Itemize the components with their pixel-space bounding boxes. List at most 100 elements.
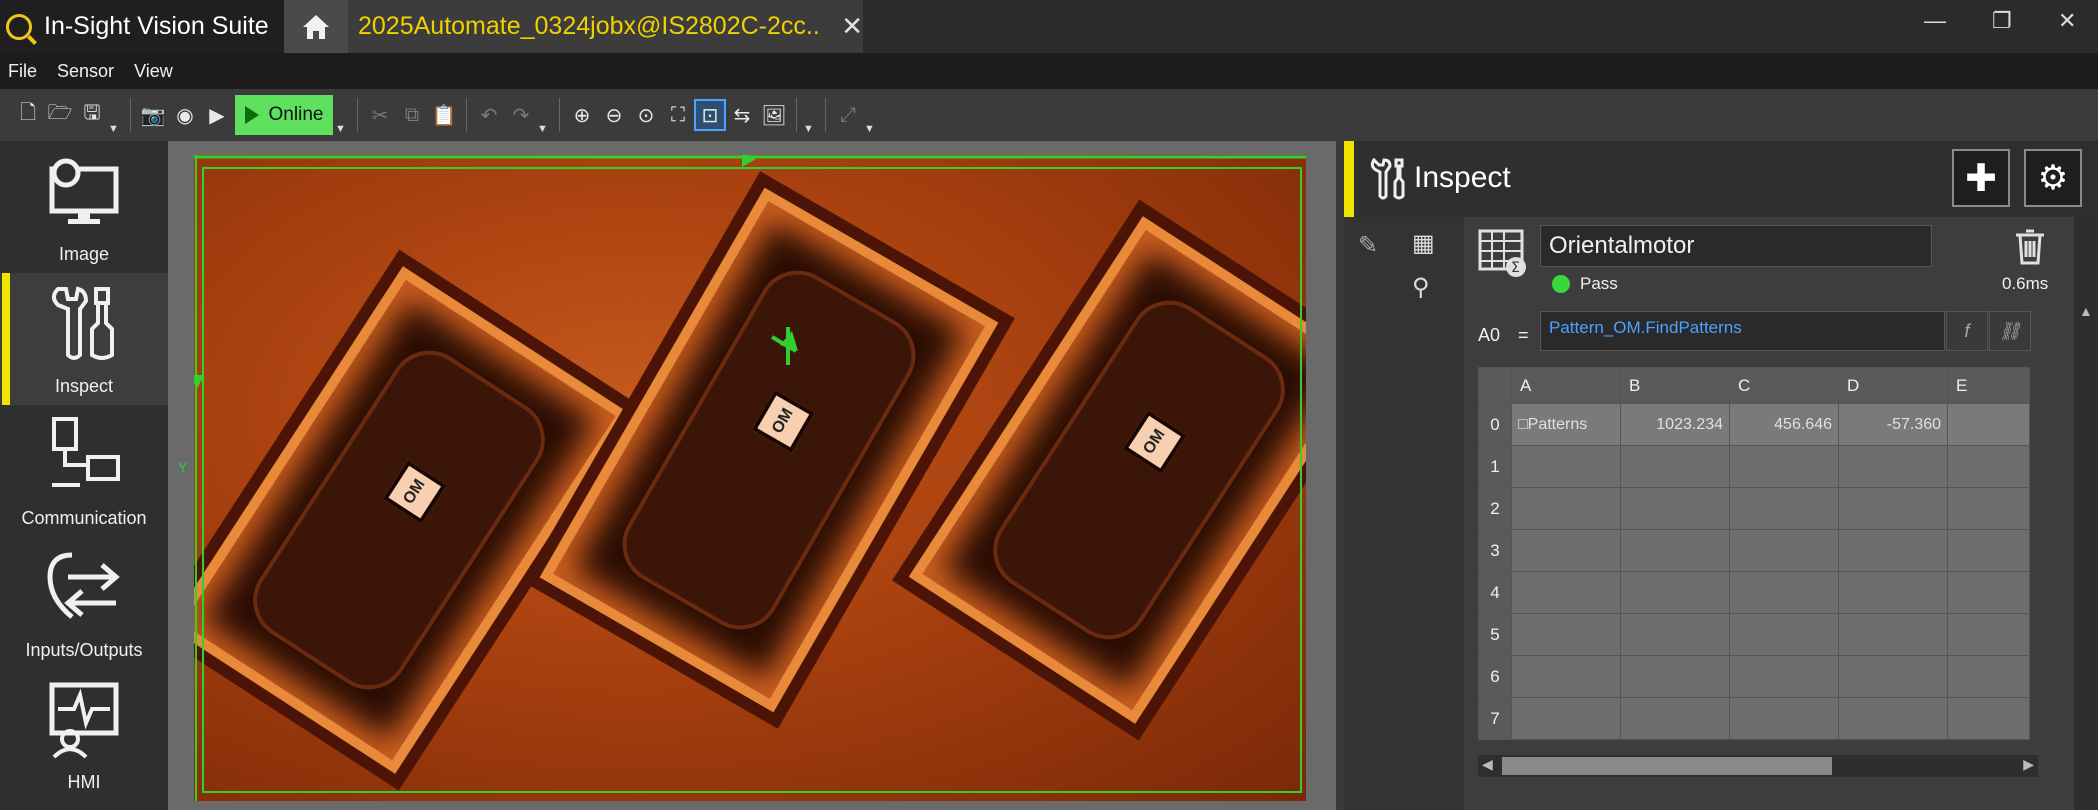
nav-image[interactable]: Image bbox=[0, 141, 168, 273]
row-header[interactable]: 5 bbox=[1478, 613, 1512, 656]
cut-icon[interactable]: ✂ bbox=[364, 99, 396, 131]
cell[interactable] bbox=[1729, 445, 1839, 488]
new-file-icon[interactable]: 🗋 bbox=[12, 99, 44, 131]
cell[interactable] bbox=[1620, 697, 1730, 740]
cell[interactable] bbox=[1511, 529, 1621, 572]
column-header[interactable]: A bbox=[1511, 367, 1621, 404]
app-tab[interactable]: In-Sight Vision Suite bbox=[0, 0, 284, 53]
search-tool-icon[interactable]: ⚲ bbox=[1412, 273, 1430, 302]
add-tool-button[interactable]: ✚ bbox=[1952, 149, 2010, 207]
scroll-left-icon[interactable]: ◀ bbox=[1482, 756, 1493, 773]
cell-angle[interactable]: -57.360 bbox=[1838, 403, 1948, 446]
live-camera-icon[interactable]: ◉ bbox=[169, 99, 201, 131]
row-header[interactable]: 4 bbox=[1478, 571, 1512, 614]
row-header[interactable]: 2 bbox=[1478, 487, 1512, 530]
trash-icon[interactable] bbox=[2014, 229, 2046, 265]
cell[interactable] bbox=[1947, 697, 2030, 740]
cell[interactable] bbox=[1511, 613, 1621, 656]
redo-icon[interactable]: ↷ bbox=[505, 99, 537, 131]
cell[interactable] bbox=[1511, 487, 1621, 530]
column-header[interactable]: B bbox=[1620, 367, 1730, 404]
cell[interactable] bbox=[1620, 655, 1730, 698]
cell[interactable] bbox=[1620, 487, 1730, 530]
nav-inspect[interactable]: Inspect bbox=[0, 273, 168, 405]
cell[interactable] bbox=[1947, 655, 2030, 698]
image-icon[interactable]: 🖼 bbox=[758, 99, 790, 131]
cell[interactable] bbox=[1729, 487, 1839, 530]
cell[interactable] bbox=[1838, 487, 1948, 530]
menu-file[interactable]: File bbox=[8, 61, 37, 82]
cell[interactable] bbox=[1838, 613, 1948, 656]
home-tab[interactable] bbox=[284, 0, 348, 53]
cell[interactable] bbox=[1729, 655, 1839, 698]
zoom-fill-icon[interactable]: ⛶ bbox=[662, 99, 694, 131]
cell[interactable] bbox=[1511, 697, 1621, 740]
cell[interactable] bbox=[1947, 403, 2030, 446]
column-header[interactable]: D bbox=[1838, 367, 1948, 404]
cell[interactable] bbox=[1729, 571, 1839, 614]
cell[interactable] bbox=[1947, 529, 2030, 572]
job-name-field[interactable]: Orientalmotor bbox=[1540, 225, 1932, 267]
column-header[interactable]: E bbox=[1947, 367, 2030, 404]
cell[interactable] bbox=[1729, 613, 1839, 656]
edit-pencil-icon[interactable]: ✎ bbox=[1358, 231, 1378, 260]
formula-bar[interactable]: Pattern_OM.FindPatterns bbox=[1540, 311, 1945, 351]
scroll-up-icon[interactable]: ▲ bbox=[2079, 303, 2093, 319]
cell-y[interactable]: 456.646 bbox=[1729, 403, 1839, 446]
cell-patterns[interactable]: □Patterns bbox=[1511, 403, 1621, 446]
nav-communication[interactable]: Communication bbox=[0, 405, 168, 537]
close-tab-icon[interactable]: ✕ bbox=[841, 11, 863, 42]
nav-inputs-outputs[interactable]: Inputs/Outputs bbox=[0, 537, 168, 669]
trigger-camera-icon[interactable]: 📷 bbox=[137, 99, 169, 131]
scroll-right-icon[interactable]: ▶ bbox=[2023, 756, 2034, 773]
link-icon[interactable]: ⛓ bbox=[1989, 311, 2031, 351]
row-header[interactable]: 0 bbox=[1478, 403, 1512, 446]
cell[interactable] bbox=[1511, 571, 1621, 614]
nav-hmi[interactable]: HMI bbox=[0, 669, 168, 801]
row-header[interactable]: 6 bbox=[1478, 655, 1512, 698]
fullscreen-icon[interactable]: ⤢ bbox=[832, 99, 864, 131]
zoom-out-icon[interactable]: ⊖ bbox=[598, 99, 630, 131]
save-icon[interactable]: 🖫 bbox=[76, 99, 108, 131]
cell[interactable] bbox=[1620, 529, 1730, 572]
zoom-fit-icon[interactable]: ⊙ bbox=[630, 99, 662, 131]
cell[interactable] bbox=[1838, 571, 1948, 614]
close-window-button[interactable]: ✕ bbox=[2058, 8, 2076, 34]
horizontal-scrollbar[interactable]: ◀ ▶ bbox=[1478, 755, 2038, 777]
undo-icon[interactable]: ↶ bbox=[473, 99, 505, 131]
zoom-100-icon[interactable]: ⊡ bbox=[694, 99, 726, 131]
cell[interactable] bbox=[1511, 655, 1621, 698]
settings-button[interactable]: ⚙ bbox=[2024, 149, 2082, 207]
cell[interactable] bbox=[1947, 487, 2030, 530]
vertical-scrollbar[interactable]: ▲ bbox=[2074, 217, 2098, 810]
restore-button[interactable]: ❐ bbox=[1992, 8, 2012, 34]
cell[interactable] bbox=[1729, 529, 1839, 572]
document-tab[interactable]: 2025Automate_0324jobx@IS2802C-2cc... ✕ bbox=[348, 0, 863, 53]
row-header[interactable]: 3 bbox=[1478, 529, 1512, 572]
cell[interactable] bbox=[1620, 445, 1730, 488]
cell[interactable] bbox=[1511, 445, 1621, 488]
cell[interactable] bbox=[1947, 571, 2030, 614]
column-header[interactable]: C bbox=[1729, 367, 1839, 404]
online-button[interactable]: Online bbox=[235, 95, 333, 135]
online-dropdown-icon[interactable]: ▼ bbox=[335, 123, 347, 135]
open-folder-icon[interactable]: 🗁 bbox=[44, 99, 76, 131]
zoom-in-icon[interactable]: ⊕ bbox=[566, 99, 598, 131]
menu-view[interactable]: View bbox=[134, 61, 173, 82]
cell[interactable] bbox=[1620, 571, 1730, 614]
cell[interactable] bbox=[1838, 697, 1948, 740]
fullscreen-dropdown-icon[interactable]: ▼ bbox=[864, 123, 876, 135]
cell[interactable] bbox=[1729, 697, 1839, 740]
cell[interactable] bbox=[1838, 655, 1948, 698]
cell[interactable] bbox=[1620, 613, 1730, 656]
cell[interactable] bbox=[1838, 445, 1948, 488]
row-header[interactable]: 1 bbox=[1478, 445, 1512, 488]
video-icon[interactable]: ▶ bbox=[201, 99, 233, 131]
minimize-button[interactable]: — bbox=[1924, 8, 1946, 34]
cell-x[interactable]: 1023.234 bbox=[1620, 403, 1730, 446]
save-dropdown-icon[interactable]: ▼ bbox=[108, 123, 120, 135]
row-header[interactable]: 7 bbox=[1478, 697, 1512, 740]
undo-dropdown-icon[interactable]: ▼ bbox=[537, 123, 549, 135]
menu-sensor[interactable]: Sensor bbox=[57, 61, 114, 82]
camera-image[interactable]: OM OM OM bbox=[194, 155, 1306, 801]
